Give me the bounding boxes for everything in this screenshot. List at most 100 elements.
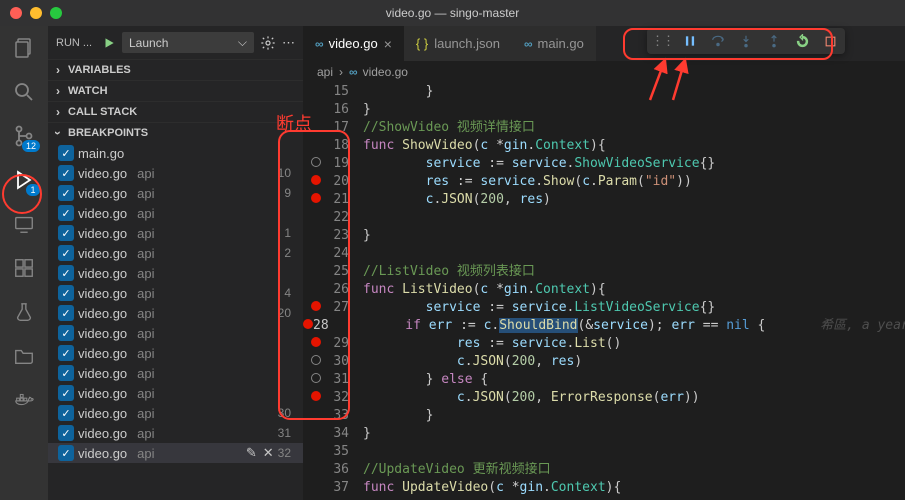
section-watch[interactable]: ›WATCH [48, 81, 303, 101]
breadcrumb[interactable]: api › ∞ video.go [303, 61, 905, 83]
editor-tab[interactable]: ∞video.go× [303, 26, 404, 61]
step-over-button[interactable] [709, 32, 727, 50]
code-line[interactable]: 35 [303, 443, 905, 461]
line-number: 37 [329, 479, 363, 497]
breakpoint-item[interactable]: ✓ video.goapi1 [48, 223, 303, 243]
close-window-button[interactable] [10, 7, 22, 19]
editor-tab[interactable]: ∞main.go [512, 26, 596, 61]
code-line[interactable]: 22 [303, 209, 905, 227]
gear-icon[interactable] [260, 35, 276, 51]
testing-icon[interactable] [10, 298, 38, 326]
close-icon[interactable]: ✕ [263, 445, 274, 461]
code-line[interactable]: 26func ListVideo(c *gin.Context){ [303, 281, 905, 299]
checkbox-icon[interactable]: ✓ [58, 225, 74, 241]
breakpoint-item[interactable]: ✓ main.go [48, 143, 303, 163]
section-variables[interactable]: ›VARIABLES [48, 60, 303, 80]
code-line[interactable]: 16} [303, 101, 905, 119]
code-line[interactable]: 27 service := service.ListVideoService{} [303, 299, 905, 317]
explorer-icon[interactable] [10, 34, 38, 62]
checkbox-icon[interactable]: ✓ [58, 345, 74, 361]
checkbox-icon[interactable]: ✓ [58, 425, 74, 441]
checkbox-icon[interactable]: ✓ [58, 325, 74, 341]
checkbox-icon[interactable]: ✓ [58, 285, 74, 301]
extensions-icon[interactable] [10, 254, 38, 282]
debug-config-select[interactable]: Launch ⌵ [122, 32, 254, 53]
checkbox-icon[interactable]: ✓ [58, 145, 74, 161]
breakpoint-item[interactable]: ✓ video.goapi10 [48, 163, 303, 183]
section-breakpoints[interactable]: ›BREAKPOINTS [48, 123, 303, 143]
step-into-button[interactable] [737, 32, 755, 50]
checkbox-icon[interactable]: ✓ [58, 305, 74, 321]
breakpoint-dot-icon[interactable] [311, 337, 321, 347]
code-line[interactable]: 32 c.JSON(200, ErrorResponse(err)) [303, 389, 905, 407]
restart-button[interactable] [793, 32, 811, 50]
breakpoint-item[interactable]: ✓ video.goapi [48, 203, 303, 223]
breakpoint-dot-icon[interactable] [311, 301, 321, 311]
code-line[interactable]: 23} [303, 227, 905, 245]
code-line[interactable]: 21 c.JSON(200, res) [303, 191, 905, 209]
section-call-stack[interactable]: ›CALL STACK [48, 102, 303, 122]
edit-icon[interactable]: ✎ [246, 445, 257, 461]
docker-icon[interactable] [10, 386, 38, 414]
pause-button[interactable] [681, 32, 699, 50]
editor-code-area[interactable]: 15 }16}17//ShowVideo 视频详情接口18func ShowVi… [303, 83, 905, 500]
code-line[interactable]: 34} [303, 425, 905, 443]
breakpoint-ring-icon[interactable] [311, 157, 321, 167]
breakpoint-item[interactable]: ✓ video.goapi [48, 323, 303, 343]
code-line[interactable]: 29 res := service.List() [303, 335, 905, 353]
code-line[interactable]: 25//ListVideo 视频列表接口 [303, 263, 905, 281]
code-line[interactable]: 28 if err := c.ShouldBind(&service); err… [303, 317, 905, 335]
code-line[interactable]: 24 [303, 245, 905, 263]
breakpoint-item[interactable]: ✓ video.goapi20 [48, 303, 303, 323]
code-line[interactable]: 15 } [303, 83, 905, 101]
remote-icon[interactable] [10, 210, 38, 238]
breakpoint-ring-icon[interactable] [311, 373, 321, 383]
breakpoint-dot-icon[interactable] [311, 193, 321, 203]
checkbox-icon[interactable]: ✓ [58, 245, 74, 261]
breakpoint-ring-icon[interactable] [311, 355, 321, 365]
breakpoint-dot-icon[interactable] [303, 319, 313, 329]
breakpoint-item[interactable]: ✓ video.goapi [48, 343, 303, 363]
checkbox-icon[interactable]: ✓ [58, 385, 74, 401]
more-icon[interactable]: ⋯ [282, 35, 295, 51]
search-icon[interactable] [10, 78, 38, 106]
stop-button[interactable] [821, 32, 839, 50]
code-line[interactable]: 33 } [303, 407, 905, 425]
checkbox-icon[interactable]: ✓ [58, 165, 74, 181]
close-icon[interactable]: × [384, 36, 392, 52]
source-control-icon[interactable]: 12 [10, 122, 38, 150]
checkbox-icon[interactable]: ✓ [58, 265, 74, 281]
code-line[interactable]: 31 } else { [303, 371, 905, 389]
code-line[interactable]: 20 res := service.Show(c.Param("id")) [303, 173, 905, 191]
code-line[interactable]: 19 service := service.ShowVideoService{} [303, 155, 905, 173]
drag-handle-icon[interactable]: ⋮⋮ [653, 32, 671, 50]
maximize-window-button[interactable] [50, 7, 62, 19]
breakpoint-item[interactable]: ✓ video.goapi31 [48, 423, 303, 443]
code-line[interactable]: 36//UpdateVideo 更新视频接口 [303, 461, 905, 479]
folder-icon[interactable] [10, 342, 38, 370]
step-out-button[interactable] [765, 32, 783, 50]
breakpoint-item[interactable]: ✓ video.goapi✎✕32 [48, 443, 303, 463]
code-line[interactable]: 17//ShowVideo 视频详情接口 [303, 119, 905, 137]
breakpoint-item[interactable]: ✓ video.goapi [48, 383, 303, 403]
breakpoint-item[interactable]: ✓ video.goapi2 [48, 243, 303, 263]
code-line[interactable]: 30 c.JSON(200, res) [303, 353, 905, 371]
checkbox-icon[interactable]: ✓ [58, 205, 74, 221]
checkbox-icon[interactable]: ✓ [58, 445, 74, 461]
checkbox-icon[interactable]: ✓ [58, 365, 74, 381]
start-debug-icon[interactable] [102, 36, 116, 50]
code-line[interactable]: 37func UpdateVideo(c *gin.Context){ [303, 479, 905, 497]
checkbox-icon[interactable]: ✓ [58, 185, 74, 201]
breakpoint-item[interactable]: ✓ video.goapi4 [48, 283, 303, 303]
breakpoint-item[interactable]: ✓ video.goapi9 [48, 183, 303, 203]
breakpoint-dot-icon[interactable] [311, 391, 321, 401]
breakpoint-item[interactable]: ✓ video.goapi [48, 263, 303, 283]
editor-tab[interactable]: { }launch.json [404, 26, 512, 61]
checkbox-icon[interactable]: ✓ [58, 405, 74, 421]
minimize-window-button[interactable] [30, 7, 42, 19]
breakpoint-item[interactable]: ✓ video.goapi30 [48, 403, 303, 423]
code-line[interactable]: 18func ShowVideo(c *gin.Context){ [303, 137, 905, 155]
breakpoint-dot-icon[interactable] [311, 175, 321, 185]
run-debug-icon[interactable]: 1 [10, 166, 38, 194]
breakpoint-item[interactable]: ✓ video.goapi [48, 363, 303, 383]
